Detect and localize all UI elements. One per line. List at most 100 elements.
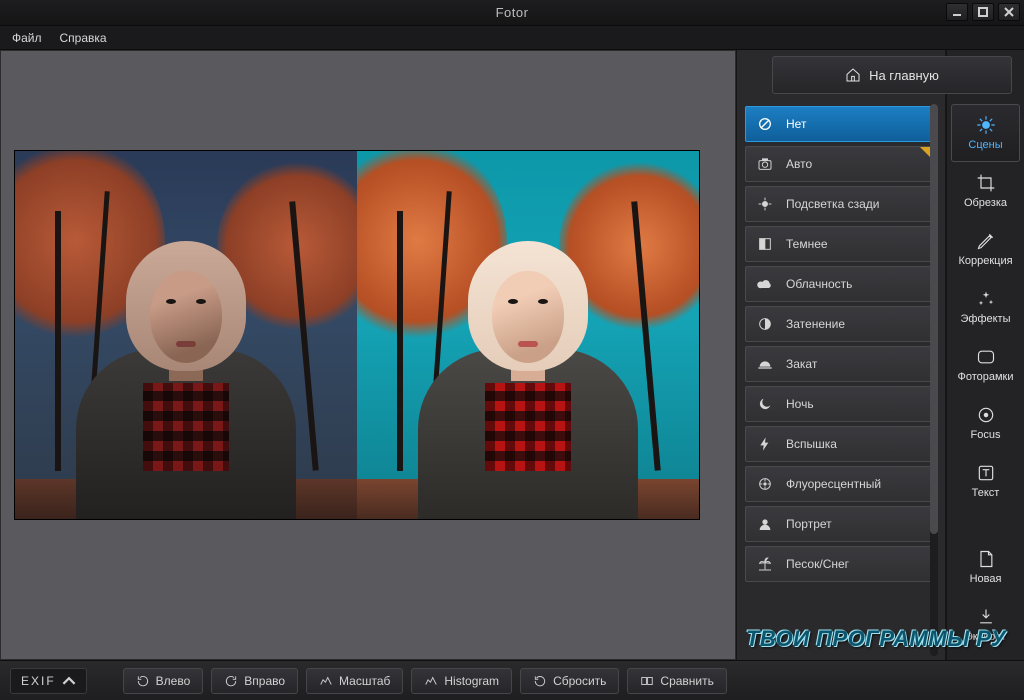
scene-item-sandsnow[interactable]: Песок/Снег [745, 546, 937, 582]
text-icon [976, 463, 996, 483]
menu-help[interactable]: Справка [60, 31, 107, 45]
scene-item-backlit[interactable]: Подсветка сзади [745, 186, 937, 222]
tool-export[interactable]: Экспорт [951, 596, 1020, 654]
zoom-button[interactable]: Масштаб [306, 668, 403, 694]
moon-icon [754, 395, 776, 413]
chevron-up-icon [62, 674, 76, 688]
export-icon [976, 607, 996, 627]
scene-item-cloudy[interactable]: Облачность [745, 266, 937, 302]
scene-item-none[interactable]: Нет [745, 106, 937, 142]
image-compare [15, 151, 699, 519]
tool-frames-label: Фоторамки [957, 371, 1013, 383]
histogram-icon [319, 674, 333, 688]
tool-focus[interactable]: Focus [951, 394, 1020, 452]
tool-frames[interactable]: Фоторамки [951, 336, 1020, 394]
rotate-right-button[interactable]: Вправо [211, 668, 298, 694]
bottombar: EXIF Влево Вправо Масштаб Histogram Сбро… [0, 660, 1024, 700]
toolstrip: Сцены Обрезка Коррекция Эффекты Фоторамк… [946, 50, 1024, 660]
home-icon [845, 67, 861, 83]
ban-icon [754, 115, 776, 133]
minimize-button[interactable] [946, 3, 968, 21]
refresh-icon [533, 674, 547, 688]
scene-item-label: Закат [786, 357, 817, 371]
scene-item-label: Песок/Снег [786, 557, 849, 571]
histogram-label: Histogram [444, 674, 499, 688]
rotate-right-icon [224, 674, 238, 688]
reset-button[interactable]: Сбросить [520, 668, 619, 694]
maximize-button[interactable] [972, 3, 994, 21]
tool-scenes[interactable]: Сцены [951, 104, 1020, 162]
scene-item-shade[interactable]: Затенение [745, 306, 937, 342]
palm-icon [754, 555, 776, 573]
reset-label: Сбросить [553, 674, 606, 688]
flash-icon [754, 435, 776, 453]
tool-text-label: Текст [972, 487, 1000, 499]
content: Нет Авто Подсветка сзади Темнее Облачность За… [0, 50, 1024, 660]
scene-item-label: Подсветка сзади [786, 197, 879, 211]
image-edited [357, 151, 699, 519]
tool-crop[interactable]: Обрезка [951, 162, 1020, 220]
compare-icon [640, 674, 654, 688]
tool-effects[interactable]: Эффекты [951, 278, 1020, 336]
frame-icon [976, 347, 996, 367]
compare-button[interactable]: Сравнить [627, 668, 726, 694]
histogram-button[interactable]: Histogram [411, 668, 512, 694]
scene-item-label: Затенение [786, 317, 845, 331]
home-label: На главную [869, 68, 939, 83]
scene-scrollbar[interactable] [930, 104, 938, 656]
app-title: Fotor [496, 5, 529, 20]
camera-icon [754, 155, 776, 173]
fluor-icon [754, 475, 776, 493]
scene-item-flash[interactable]: Вспышка [745, 426, 937, 462]
rotate-left-label: Влево [156, 674, 191, 688]
canvas-area[interactable] [0, 50, 736, 660]
scene-item-label: Облачность [786, 277, 852, 291]
scene-item-sunset[interactable]: Закат [745, 346, 937, 382]
portrait-icon [754, 515, 776, 533]
file-icon [976, 549, 996, 569]
home-bar: На главную [772, 56, 1012, 94]
tool-adjust[interactable]: Коррекция [951, 220, 1020, 278]
scene-item-fluor[interactable]: Флуоресцентный [745, 466, 937, 502]
menubar: Файл Справка [0, 26, 1024, 50]
exif-label: EXIF [21, 674, 56, 688]
scene-item-label: Флуоресцентный [786, 477, 881, 491]
backlit-icon [754, 195, 776, 213]
sun-icon [976, 115, 996, 135]
window-buttons [946, 3, 1020, 21]
shade-icon [754, 315, 776, 333]
tool-crop-label: Обрезка [964, 197, 1007, 209]
tool-new[interactable]: Новая [951, 538, 1020, 596]
scene-item-label: Темнее [786, 237, 828, 251]
image-original [15, 151, 357, 519]
close-button[interactable] [998, 3, 1020, 21]
scene-item-label: Авто [786, 157, 812, 171]
pencil-icon [976, 231, 996, 251]
darken-icon [754, 235, 776, 253]
scene-item-night[interactable]: Ночь [745, 386, 937, 422]
scene-panel: Нет Авто Подсветка сзади Темнее Облачность За… [736, 50, 946, 660]
home-button[interactable]: На главную [772, 56, 1012, 94]
tool-text[interactable]: Текст [951, 452, 1020, 510]
rotate-right-label: Вправо [244, 674, 285, 688]
crop-icon [976, 173, 996, 193]
scene-item-auto[interactable]: Авто [745, 146, 937, 182]
zoom-label: Масштаб [339, 674, 390, 688]
titlebar: Fotor [0, 0, 1024, 26]
rotate-left-button[interactable]: Влево [123, 668, 204, 694]
cloud-icon [754, 275, 776, 293]
scene-item-label: Нет [786, 117, 806, 131]
scene-scrollbar-thumb[interactable] [930, 104, 938, 534]
scene-item-portrait[interactable]: Портрет [745, 506, 937, 542]
scene-item-darken[interactable]: Темнее [745, 226, 937, 262]
scene-item-label: Вспышка [786, 437, 837, 451]
tool-export-label: Экспорт [965, 631, 1006, 643]
scene-item-label: Ночь [786, 397, 814, 411]
tool-adjust-label: Коррекция [958, 255, 1012, 267]
tool-new-label: Новая [970, 573, 1002, 585]
sunset-icon [754, 355, 776, 373]
menu-file[interactable]: Файл [12, 31, 42, 45]
exif-button[interactable]: EXIF [10, 668, 87, 694]
scene-item-label: Портрет [786, 517, 832, 531]
tool-scenes-label: Сцены [968, 139, 1002, 151]
